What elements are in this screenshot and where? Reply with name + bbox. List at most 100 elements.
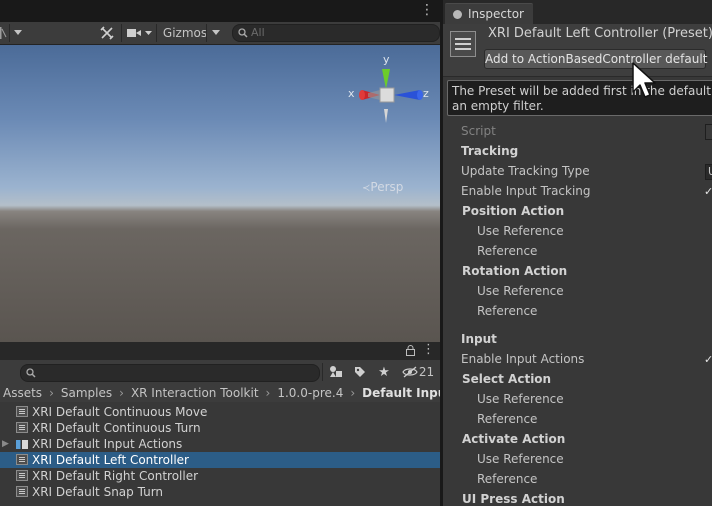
lock-icon[interactable] [406,345,415,356]
help-box: The Preset will be added first in the de… [447,80,712,116]
rotation-reference-label: Reference [477,304,538,318]
activate-action-foldout[interactable]: Activate Action [462,432,565,446]
preset-file-icon [16,422,28,433]
file-item-continuous-turn[interactable]: XRI Default Continuous Turn [0,420,440,436]
preset-file-icon [16,454,28,465]
breadcrumb-separator: › [119,386,124,400]
scene-tab-bar: ⋮ [0,0,440,22]
enable-input-actions-label: Enable Input Actions [461,352,585,366]
hidden-count: 21 [418,365,435,379]
script-field[interactable] [705,124,712,140]
star-icon: ★ [378,364,390,380]
breadcrumb-item-xr-interaction-toolkit[interactable]: XR Interaction Toolkit [131,386,259,400]
scene-search-input[interactable]: All [232,24,440,42]
position-reference-label: Reference [477,244,538,258]
filter-type-icon [330,366,342,377]
breadcrumb-item-current[interactable]: Default Input Act [362,386,440,400]
project-file-list: XRI Default Continuous Move XRI Default … [0,404,440,500]
add-to-default-button[interactable]: Add to ActionBasedController default [484,49,707,69]
project-search-input[interactable] [20,364,320,382]
select-action-foldout[interactable]: Select Action [462,372,551,386]
preset-file-icon [16,470,28,481]
chevron-down-icon [212,30,220,35]
tools-icon [100,26,114,40]
filter-by-type-button[interactable] [326,363,346,381]
ui-press-action-foldout[interactable]: UI Press Action [462,492,565,506]
tracking-header: Tracking [461,144,519,158]
select-reference-label: Reference [477,412,538,426]
gizmo-axis-x-label: x [348,87,355,100]
position-use-reference-label: Use Reference [477,224,564,238]
activate-use-reference-label: Use Reference [477,452,564,466]
file-name: XRI Default Right Controller [32,469,199,483]
chevron-down-icon [14,30,22,35]
project-menu-icon[interactable]: ⋮ [422,342,435,357]
position-action-foldout[interactable]: Position Action [462,204,564,218]
tab-inspector[interactable]: Inspector [445,3,533,25]
input-header: Input [461,332,497,346]
gizmos-button[interactable]: Gizmos [157,24,213,42]
file-name: XRI Default Continuous Turn [32,421,201,435]
help-text-line-2: an empty filter. [452,99,544,113]
eye-slash-icon [402,366,418,378]
file-item-snap-turn[interactable]: XRI Default Snap Turn [0,484,440,500]
camera-icon [127,29,152,37]
mouse-cursor-icon [632,62,656,98]
tag-icon [355,367,365,377]
info-icon [453,10,462,19]
filter-by-label-button[interactable] [350,363,370,381]
preset-file-icon [16,486,28,497]
gizmo-axis-z-label: z [423,87,429,100]
hidden-packages-toggle[interactable]: 21 [400,363,436,381]
enable-input-actions-checkbox[interactable]: ✓ [704,353,712,366]
gizmo-axis-y-label: y [383,53,390,66]
search-icon [238,28,248,38]
file-item-continuous-move[interactable]: XRI Default Continuous Move [0,404,440,420]
shading-mode-dropdown[interactable] [0,24,8,42]
file-name: XRI Default Left Controller [32,453,189,467]
file-name: XRI Default Continuous Move [32,405,208,419]
file-name: XRI Default Input Actions [32,437,183,451]
script-label: Script [461,124,496,138]
scene-search-placeholder: All [251,26,265,39]
breadcrumb-item-version[interactable]: 1.0.0-pre.4 [277,386,343,400]
file-item-input-actions[interactable]: ▶ XRI Default Input Actions [0,436,440,452]
breadcrumb-item-samples[interactable]: Samples [61,386,112,400]
update-tracking-type-value: U [708,165,712,178]
preset-icon [450,31,476,57]
shading-icon [0,27,7,39]
activate-reference-label: Reference [477,472,538,486]
preset-file-icon [16,406,28,417]
breadcrumb-item-assets[interactable]: Assets [3,386,42,400]
rotation-action-foldout[interactable]: Rotation Action [462,264,567,278]
fold-arrow-icon[interactable]: ▶ [2,436,9,452]
enable-input-tracking-label: Enable Input Tracking [461,184,591,198]
breadcrumb: Assets › Samples › XR Interaction Toolkit › 1.… [0,384,440,402]
orientation-gizmo[interactable] [342,57,434,133]
help-text-line-1: The Preset will be added first in the de… [452,84,712,98]
file-name: XRI Default Snap Turn [32,485,164,499]
scene-viewport[interactable]: y x z ≺Persp [0,45,440,342]
search-icon [26,368,36,378]
breadcrumb-separator: › [265,386,271,400]
breadcrumb-separator: › [350,386,356,400]
file-item-left-controller[interactable]: XRI Default Left Controller [0,452,440,468]
preset-title: XRI Default Left Controller (Preset) [488,26,712,41]
inspector-tab-label: Inspector [468,7,524,21]
projection-label: Persp [370,180,404,194]
tools-toggle-button[interactable] [97,24,117,42]
projection-toggle[interactable]: ≺Persp [362,180,403,194]
input-actions-asset-icon [16,439,28,450]
scene-menu-icon[interactable]: ⋮ [420,2,434,18]
camera-settings-dropdown[interactable] [124,24,154,42]
favorites-button[interactable]: ★ [374,363,394,381]
enable-input-tracking-checkbox[interactable]: ✓ [704,185,712,198]
update-tracking-type-dropdown[interactable]: U [705,164,712,180]
rotation-use-reference-label: Use Reference [477,284,564,298]
update-tracking-type-label: Update Tracking Type [461,164,590,178]
project-tab-bar: ⋮ [0,342,440,360]
file-item-right-controller[interactable]: XRI Default Right Controller [0,468,440,484]
gizmos-label: Gizmos [162,26,208,40]
gizmos-dropdown-arrow[interactable] [208,24,224,42]
shading-dropdown-arrow[interactable] [11,24,25,42]
